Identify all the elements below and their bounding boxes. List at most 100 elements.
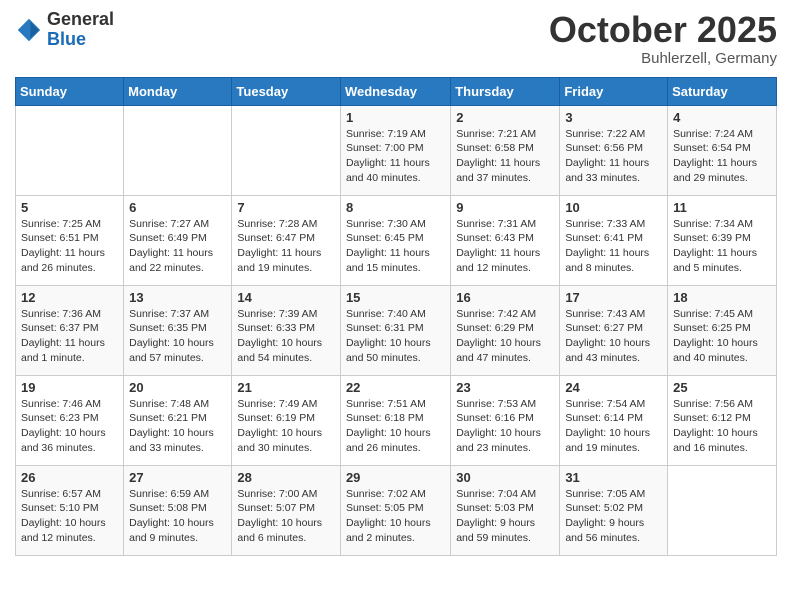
day-info: Sunrise: 6:59 AM Sunset: 5:08 PM Dayligh…	[129, 487, 226, 546]
logo-general-text: General	[47, 10, 114, 30]
calendar-week-row: 26 Sunrise: 6:57 AM Sunset: 5:10 PM Dayli…	[16, 465, 777, 555]
day-number: 16	[456, 290, 554, 305]
day-number: 30	[456, 470, 554, 485]
day-info: Sunrise: 7:21 AM Sunset: 6:58 PM Dayligh…	[456, 127, 554, 186]
calendar-cell: 12 Sunrise: 7:36 AM Sunset: 6:37 PM Dayli…	[16, 285, 124, 375]
calendar-cell: 9Sunrise: 7:31 AM Sunset: 6:43 PM Daylig…	[451, 195, 560, 285]
title-block: October 2025 Buhlerzell, Germany	[549, 10, 777, 67]
day-info: Sunrise: 7:22 AM Sunset: 6:56 PM Dayligh…	[565, 127, 662, 186]
day-number: 31	[565, 470, 662, 485]
calendar-cell: 18 Sunrise: 7:45 AM Sunset: 6:25 PM Dayli…	[668, 285, 777, 375]
calendar-cell	[124, 105, 232, 195]
day-number: 6	[129, 200, 226, 215]
calendar-cell: 22 Sunrise: 7:51 AM Sunset: 6:18 PM Dayli…	[340, 375, 450, 465]
day-header-wednesday: Wednesday	[340, 77, 450, 105]
calendar-cell: 10Sunrise: 7:33 AM Sunset: 6:41 PM Dayli…	[560, 195, 668, 285]
calendar-cell: 31 Sunrise: 7:05 AM Sunset: 5:02 PM Dayli…	[560, 465, 668, 555]
day-info: Sunrise: 7:54 AM Sunset: 6:14 PM Dayligh…	[565, 397, 662, 456]
calendar-cell: 29Sunrise: 7:02 AM Sunset: 5:05 PM Dayli…	[340, 465, 450, 555]
day-number: 20	[129, 380, 226, 395]
calendar-week-row: 12 Sunrise: 7:36 AM Sunset: 6:37 PM Dayli…	[16, 285, 777, 375]
calendar-cell: 13 Sunrise: 7:37 AM Sunset: 6:35 PM Dayli…	[124, 285, 232, 375]
month-title: October 2025	[549, 10, 777, 50]
page-header: General Blue October 2025 Buhlerzell, Ge…	[15, 10, 777, 67]
day-number: 5	[21, 200, 118, 215]
day-number: 13	[129, 290, 226, 305]
calendar-cell: 28Sunrise: 7:00 AM Sunset: 5:07 PM Dayli…	[232, 465, 341, 555]
logo: General Blue	[15, 10, 114, 50]
calendar-week-row: 5 Sunrise: 7:25 AM Sunset: 6:51 PM Daylig…	[16, 195, 777, 285]
day-header-sunday: Sunday	[16, 77, 124, 105]
calendar-cell: 11 Sunrise: 7:34 AM Sunset: 6:39 PM Dayli…	[668, 195, 777, 285]
day-number: 3	[565, 110, 662, 125]
day-info: Sunrise: 7:43 AM Sunset: 6:27 PM Dayligh…	[565, 307, 662, 366]
day-header-tuesday: Tuesday	[232, 77, 341, 105]
day-info: Sunrise: 7:39 AM Sunset: 6:33 PM Dayligh…	[237, 307, 335, 366]
day-info: Sunrise: 7:45 AM Sunset: 6:25 PM Dayligh…	[673, 307, 771, 366]
day-header-friday: Friday	[560, 77, 668, 105]
calendar-cell: 24Sunrise: 7:54 AM Sunset: 6:14 PM Dayli…	[560, 375, 668, 465]
day-info: Sunrise: 7:36 AM Sunset: 6:37 PM Dayligh…	[21, 307, 118, 366]
calendar-cell: 20Sunrise: 7:48 AM Sunset: 6:21 PM Dayli…	[124, 375, 232, 465]
day-info: Sunrise: 7:19 AM Sunset: 7:00 PM Dayligh…	[346, 127, 445, 186]
day-info: Sunrise: 7:04 AM Sunset: 5:03 PM Dayligh…	[456, 487, 554, 546]
calendar-cell	[16, 105, 124, 195]
day-info: Sunrise: 7:27 AM Sunset: 6:49 PM Dayligh…	[129, 217, 226, 276]
calendar-cell: 21Sunrise: 7:49 AM Sunset: 6:19 PM Dayli…	[232, 375, 341, 465]
day-info: Sunrise: 7:34 AM Sunset: 6:39 PM Dayligh…	[673, 217, 771, 276]
calendar-header-row: SundayMondayTuesdayWednesdayThursdayFrid…	[16, 77, 777, 105]
day-info: Sunrise: 7:28 AM Sunset: 6:47 PM Dayligh…	[237, 217, 335, 276]
day-info: Sunrise: 7:40 AM Sunset: 6:31 PM Dayligh…	[346, 307, 445, 366]
day-info: Sunrise: 7:37 AM Sunset: 6:35 PM Dayligh…	[129, 307, 226, 366]
day-number: 12	[21, 290, 118, 305]
day-number: 9	[456, 200, 554, 215]
day-number: 23	[456, 380, 554, 395]
calendar-cell: 14Sunrise: 7:39 AM Sunset: 6:33 PM Dayli…	[232, 285, 341, 375]
day-info: Sunrise: 7:25 AM Sunset: 6:51 PM Dayligh…	[21, 217, 118, 276]
calendar-cell: 15 Sunrise: 7:40 AM Sunset: 6:31 PM Dayli…	[340, 285, 450, 375]
day-number: 22	[346, 380, 445, 395]
location: Buhlerzell, Germany	[549, 50, 777, 67]
calendar-cell: 26 Sunrise: 6:57 AM Sunset: 5:10 PM Dayli…	[16, 465, 124, 555]
logo-blue-text: Blue	[47, 30, 114, 50]
day-info: Sunrise: 7:42 AM Sunset: 6:29 PM Dayligh…	[456, 307, 554, 366]
day-info: Sunrise: 6:57 AM Sunset: 5:10 PM Dayligh…	[21, 487, 118, 546]
calendar-cell: 5 Sunrise: 7:25 AM Sunset: 6:51 PM Daylig…	[16, 195, 124, 285]
calendar-cell: 30 Sunrise: 7:04 AM Sunset: 5:03 PM Dayli…	[451, 465, 560, 555]
calendar-cell: 7 Sunrise: 7:28 AM Sunset: 6:47 PM Daylig…	[232, 195, 341, 285]
day-header-monday: Monday	[124, 77, 232, 105]
day-info: Sunrise: 7:51 AM Sunset: 6:18 PM Dayligh…	[346, 397, 445, 456]
day-header-thursday: Thursday	[451, 77, 560, 105]
calendar-cell: 2 Sunrise: 7:21 AM Sunset: 6:58 PM Daylig…	[451, 105, 560, 195]
calendar-cell: 8 Sunrise: 7:30 AM Sunset: 6:45 PM Daylig…	[340, 195, 450, 285]
day-number: 18	[673, 290, 771, 305]
day-number: 26	[21, 470, 118, 485]
day-number: 29	[346, 470, 445, 485]
day-number: 25	[673, 380, 771, 395]
day-number: 19	[21, 380, 118, 395]
day-header-saturday: Saturday	[668, 77, 777, 105]
calendar-cell: 16 Sunrise: 7:42 AM Sunset: 6:29 PM Dayli…	[451, 285, 560, 375]
day-number: 2	[456, 110, 554, 125]
day-info: Sunrise: 7:56 AM Sunset: 6:12 PM Dayligh…	[673, 397, 771, 456]
logo-icon	[15, 16, 43, 44]
day-info: Sunrise: 7:53 AM Sunset: 6:16 PM Dayligh…	[456, 397, 554, 456]
day-number: 7	[237, 200, 335, 215]
calendar-cell: 27Sunrise: 6:59 AM Sunset: 5:08 PM Dayli…	[124, 465, 232, 555]
calendar-table: SundayMondayTuesdayWednesdayThursdayFrid…	[15, 77, 777, 556]
calendar-cell: 1Sunrise: 7:19 AM Sunset: 7:00 PM Daylig…	[340, 105, 450, 195]
calendar-cell: 6 Sunrise: 7:27 AM Sunset: 6:49 PM Daylig…	[124, 195, 232, 285]
day-info: Sunrise: 7:46 AM Sunset: 6:23 PM Dayligh…	[21, 397, 118, 456]
day-info: Sunrise: 7:30 AM Sunset: 6:45 PM Dayligh…	[346, 217, 445, 276]
day-info: Sunrise: 7:24 AM Sunset: 6:54 PM Dayligh…	[673, 127, 771, 186]
day-number: 17	[565, 290, 662, 305]
day-number: 28	[237, 470, 335, 485]
calendar-cell	[232, 105, 341, 195]
day-number: 11	[673, 200, 771, 215]
calendar-cell: 4Sunrise: 7:24 AM Sunset: 6:54 PM Daylig…	[668, 105, 777, 195]
day-info: Sunrise: 7:05 AM Sunset: 5:02 PM Dayligh…	[565, 487, 662, 546]
day-number: 15	[346, 290, 445, 305]
calendar-cell: 25 Sunrise: 7:56 AM Sunset: 6:12 PM Dayli…	[668, 375, 777, 465]
calendar-week-row: 19 Sunrise: 7:46 AM Sunset: 6:23 PM Dayli…	[16, 375, 777, 465]
day-number: 8	[346, 200, 445, 215]
